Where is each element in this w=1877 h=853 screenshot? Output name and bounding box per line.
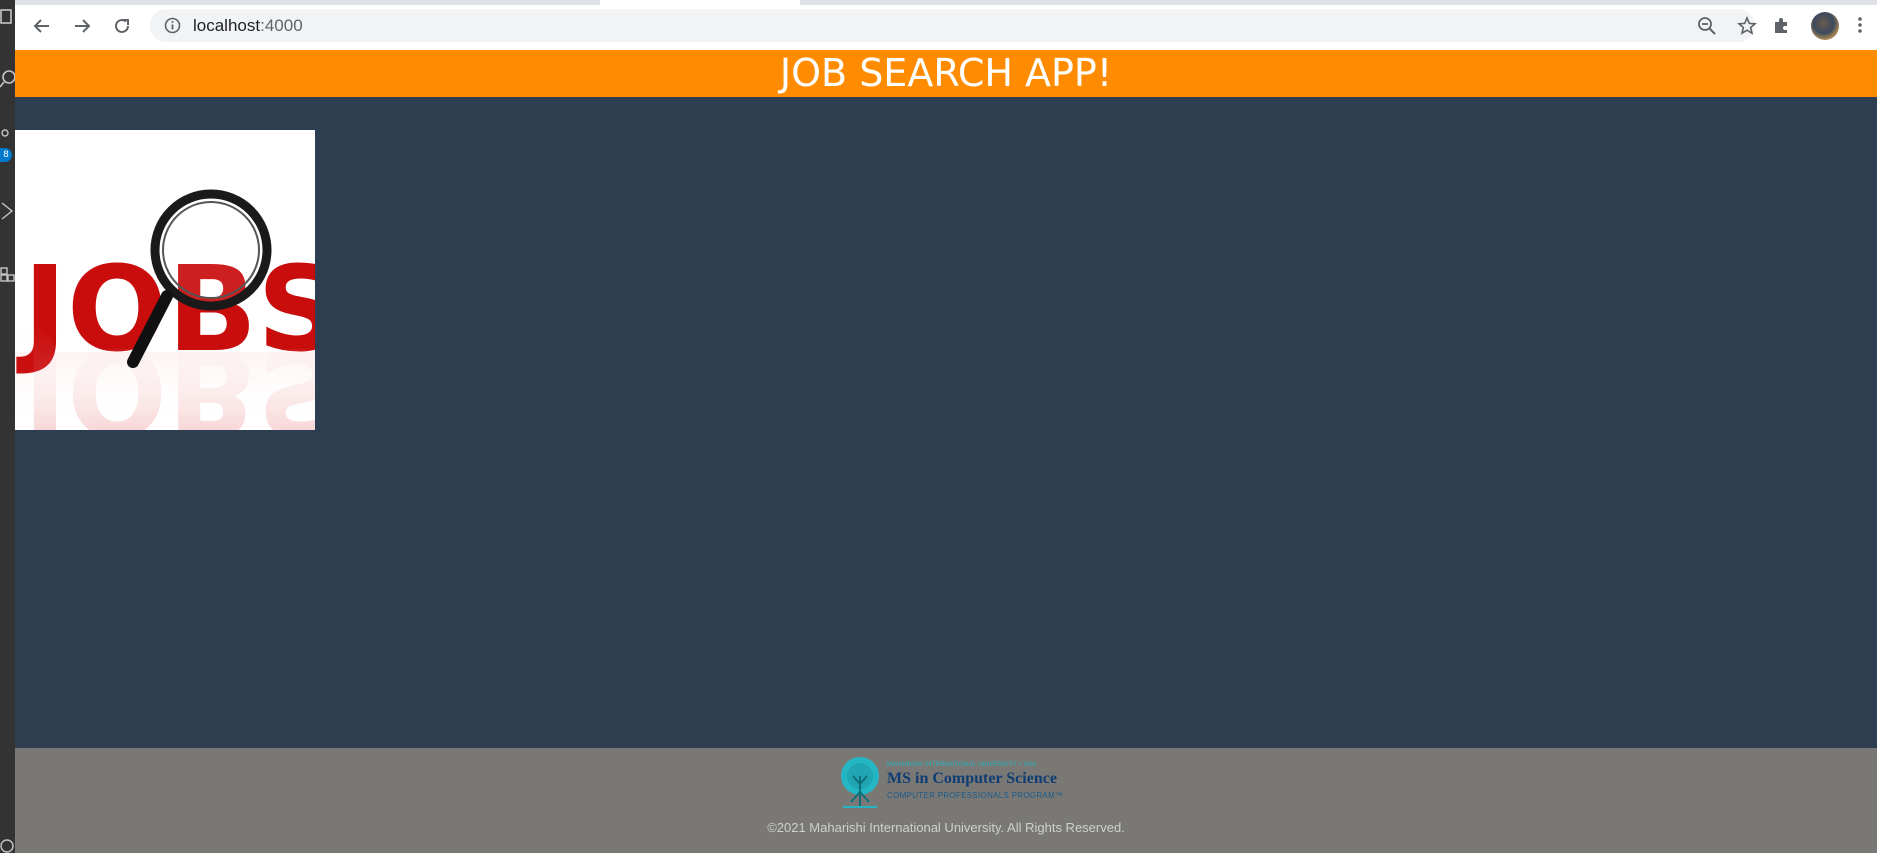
address-bar[interactable]: localhost:4000 bbox=[150, 9, 1757, 42]
browser-window: localhost:4000 JOB SEARCH APP! JOBS JOBS… bbox=[15, 0, 1877, 853]
zoom-out-icon[interactable] bbox=[1697, 16, 1717, 36]
app-header: JOB SEARCH APP! bbox=[15, 50, 1877, 97]
forward-button[interactable] bbox=[68, 12, 96, 40]
source-control-icon[interactable] bbox=[0, 128, 15, 150]
back-arrow-icon bbox=[33, 19, 49, 33]
run-debug-icon[interactable] bbox=[0, 200, 15, 222]
logo-program-title: MS in Computer Science bbox=[887, 770, 1057, 787]
tab-strip bbox=[15, 0, 1877, 5]
explorer-icon[interactable] bbox=[0, 6, 15, 28]
active-tab[interactable] bbox=[600, 0, 800, 5]
tree-logo-icon bbox=[841, 757, 879, 808]
browser-toolbar: localhost:4000 bbox=[15, 0, 1877, 50]
url-text[interactable]: localhost:4000 bbox=[193, 16, 303, 36]
reload-button[interactable] bbox=[108, 12, 136, 40]
source-control-badge: 8 bbox=[0, 148, 12, 162]
logo-program-subtitle: COMPUTER PROFESSIONALS PROGRAM™ bbox=[887, 791, 1064, 800]
forward-arrow-icon bbox=[75, 19, 91, 33]
url-port: :4000 bbox=[260, 16, 303, 35]
page-footer: MAHARISHI INTERNATIONAL UNIVERSITY • USA… bbox=[15, 748, 1877, 853]
extensions-puzzle-icon bbox=[1775, 18, 1787, 33]
profile-avatar[interactable] bbox=[1811, 12, 1839, 40]
jobs-magnifier-illustration: JOBS JOBS bbox=[15, 189, 315, 430]
reload-icon bbox=[115, 18, 129, 33]
url-host: localhost bbox=[193, 16, 261, 35]
copyright-text: ©2021 Maharishi International University… bbox=[767, 820, 1125, 835]
kebab-menu-icon bbox=[1858, 17, 1862, 33]
back-button[interactable] bbox=[28, 12, 56, 40]
browser-menu-button[interactable] bbox=[1848, 13, 1872, 37]
site-info-icon[interactable] bbox=[164, 17, 181, 34]
extensions-icon[interactable] bbox=[0, 262, 15, 284]
miu-logo[interactable]: MAHARISHI INTERNATIONAL UNIVERSITY • USA… bbox=[835, 756, 1075, 810]
app-title: JOB SEARCH APP! bbox=[779, 51, 1113, 95]
ide-activity-bar: 8 bbox=[0, 0, 15, 853]
account-icon[interactable] bbox=[0, 832, 15, 853]
page-content: JOB SEARCH APP! JOBS JOBS MAHARISHI INTE… bbox=[15, 50, 1877, 853]
search-icon[interactable] bbox=[0, 68, 15, 90]
magnifier-lens bbox=[150, 189, 272, 311]
logo-university-line: MAHARISHI INTERNATIONAL UNIVERSITY • USA bbox=[887, 762, 1037, 768]
extensions-button[interactable] bbox=[1770, 13, 1794, 37]
bookmark-star-icon[interactable] bbox=[1737, 16, 1757, 36]
jobs-hero-image: JOBS JOBS bbox=[15, 130, 315, 430]
